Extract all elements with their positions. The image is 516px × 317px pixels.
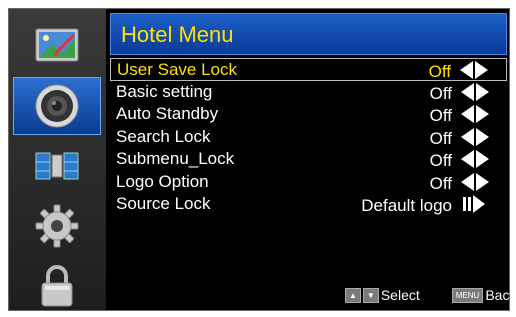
- enter-arrow-icon[interactable]: [461, 195, 489, 213]
- menu-row-label: User Save Lock: [117, 60, 237, 79]
- down-arrow-icon: ▼: [362, 287, 379, 303]
- up-arrow-icon: ▲: [345, 287, 361, 303]
- lock-icon: [41, 265, 73, 307]
- menu-row-label: Submenu_Lock: [116, 149, 235, 168]
- menu-row-label: Search Lock: [116, 126, 211, 146]
- sidebar-item-channel[interactable]: [13, 137, 101, 195]
- back-hint-label: Back: [485, 287, 516, 303]
- select-hint-label: Select: [380, 287, 420, 303]
- menu-row-value: Off: [429, 128, 452, 148]
- sidebar-item-sound[interactable]: [13, 77, 101, 135]
- menu-row-label: Source Lock: [116, 194, 211, 213]
- left-right-arrows-icon[interactable]: [461, 82, 489, 101]
- back-hint: MENU Back: [451, 287, 516, 303]
- menu-row-basic-setting[interactable]: Basic setting Off: [110, 81, 507, 104]
- left-right-arrows-icon[interactable]: [461, 127, 489, 146]
- menu-row-value: Off: [429, 151, 452, 170]
- menu-list: User Save Lock Off Basic setting Off Aut…: [110, 58, 507, 216]
- left-right-arrows-icon[interactable]: [461, 150, 489, 168]
- sidebar: [9, 9, 106, 310]
- sidebar-item-picture[interactable]: [13, 17, 101, 75]
- menu-header: Hotel Menu: [110, 13, 507, 55]
- menu-key-icon: MENU: [451, 287, 484, 303]
- left-right-arrows-icon[interactable]: [461, 172, 489, 191]
- menu-row-value: Off: [428, 62, 451, 81]
- satellite-icon: [35, 152, 79, 180]
- menu-row-search-lock[interactable]: Search Lock Off: [110, 126, 507, 149]
- menu-row-value: Off: [429, 173, 452, 193]
- select-hint: ▲ ▼ Select: [345, 287, 420, 303]
- menu-row-value: Off: [429, 83, 452, 103]
- menu-row-auto-standby[interactable]: Auto Standby Off: [110, 103, 507, 126]
- menu-row-user-save-lock[interactable]: User Save Lock Off: [110, 58, 507, 81]
- menu-row-value: Off: [429, 106, 452, 125]
- menu-row-logo-option[interactable]: Logo Option Off: [110, 171, 507, 194]
- menu-row-label: Basic setting: [116, 81, 213, 101]
- tv-osd-frame: Hotel Menu User Save Lock Off Basic sett…: [8, 8, 516, 311]
- gear-icon: [35, 204, 79, 248]
- page-title: Hotel Menu: [121, 22, 234, 47]
- menu-row-submenu-lock[interactable]: Submenu_Lock Off: [110, 148, 507, 171]
- footer-hints: ▲ ▼ Select MENU Back: [345, 287, 516, 303]
- picture-icon: [35, 28, 79, 62]
- menu-row-value: Default logo: [361, 196, 452, 215]
- left-right-arrows-icon[interactable]: [461, 105, 489, 123]
- menu-row-label: Auto Standby: [116, 104, 219, 123]
- menu-row-label: Logo Option: [116, 171, 209, 191]
- speaker-icon: [35, 84, 79, 128]
- sidebar-item-lock[interactable]: [13, 257, 101, 315]
- menu-row-source-lock[interactable]: Source Lock Default logo: [110, 193, 507, 216]
- sidebar-item-setup[interactable]: [13, 197, 101, 255]
- left-right-arrows-icon[interactable]: [460, 61, 488, 79]
